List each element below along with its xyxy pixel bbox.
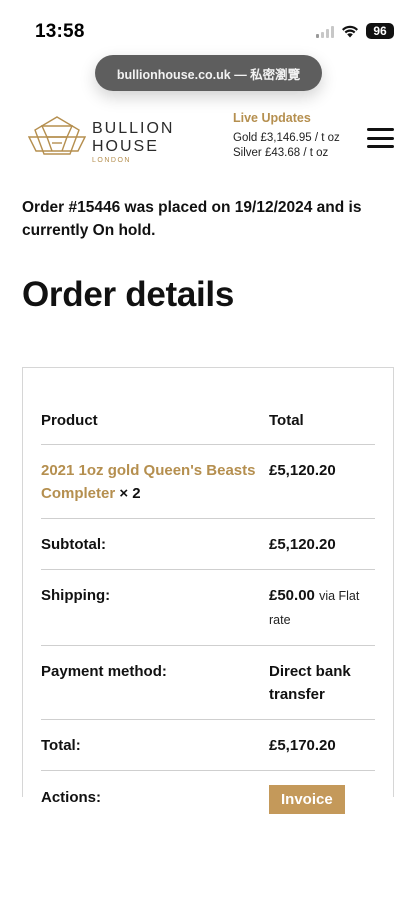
status-icons: 96 <box>316 23 394 39</box>
live-updates: Live Updates Gold £3,146.95 / t oz Silve… <box>233 111 340 161</box>
shipping-value: £50.00 <box>269 587 315 604</box>
gold-price: Gold £3,146.95 / t oz <box>233 132 340 144</box>
logo-line-1: BULLION <box>92 120 175 137</box>
item-total: £5,120.20 <box>269 462 336 479</box>
table-row-shipping: Shipping: £50.00 via Flat rate <box>41 570 375 646</box>
subtotal-value: £5,120.20 <box>269 536 336 553</box>
site-logo[interactable]: BULLION HOUSE LONDON <box>28 116 178 166</box>
order-status-notice: Order #15446 was placed on 19/12/2024 an… <box>22 199 362 239</box>
table-row-total: Total: £5,170.20 <box>41 720 375 771</box>
menu-icon[interactable] <box>367 128 394 148</box>
signal-icon <box>316 25 334 38</box>
table-row-payment: Payment method: Direct bank transfer <box>41 646 375 720</box>
shipping-cell: £50.00 via Flat rate <box>269 584 375 632</box>
total-value: £5,170.20 <box>269 737 336 754</box>
actions-cell: Invoice <box>269 785 375 814</box>
battery-icon: 96 <box>366 23 394 39</box>
subtotal-label: Subtotal: <box>41 536 106 553</box>
item-cell: 2021 1oz gold Queen's Beasts Completer ×… <box>41 459 269 505</box>
order-table: Product Total 2021 1oz gold Queen's Beas… <box>41 396 375 827</box>
logo-sub: LONDON <box>92 157 131 164</box>
shipping-label: Shipping: <box>41 587 111 604</box>
actions-label: Actions: <box>41 789 101 806</box>
payment-value: Direct bank transfer <box>269 663 351 703</box>
table-row-subtotal: Subtotal: £5,120.20 <box>41 519 375 570</box>
logo-line-2: HOUSE <box>92 138 159 155</box>
url-bar[interactable]: bullionhouse.co.uk — 私密瀏覽 <box>95 55 322 91</box>
total-label: Total: <box>41 737 81 754</box>
logo-icon <box>28 116 86 155</box>
invoice-button[interactable]: Invoice <box>269 785 345 814</box>
payment-label: Payment method: <box>41 663 167 680</box>
logo-text: BULLION HOUSE LONDON <box>92 120 174 166</box>
status-bar: 13:58 96 <box>0 0 416 52</box>
live-updates-title: Live Updates <box>233 111 311 125</box>
table-header-row: Product Total <box>41 396 375 445</box>
product-link[interactable]: 2021 1oz gold Queen's Beasts Completer <box>41 462 255 502</box>
header-total: Total <box>269 412 304 429</box>
wifi-icon <box>341 25 359 38</box>
silver-price: Silver £43.68 / t oz <box>233 147 329 159</box>
page-title: Order details <box>22 275 235 314</box>
status-time: 13:58 <box>35 21 85 42</box>
order-details-box: Product Total 2021 1oz gold Queen's Beas… <box>22 367 394 814</box>
item-quantity: × 2 <box>119 485 141 502</box>
table-row-item: 2021 1oz gold Queen's Beasts Completer ×… <box>41 445 375 519</box>
table-row-actions: Actions: Invoice <box>41 771 375 827</box>
header-product: Product <box>41 412 98 429</box>
